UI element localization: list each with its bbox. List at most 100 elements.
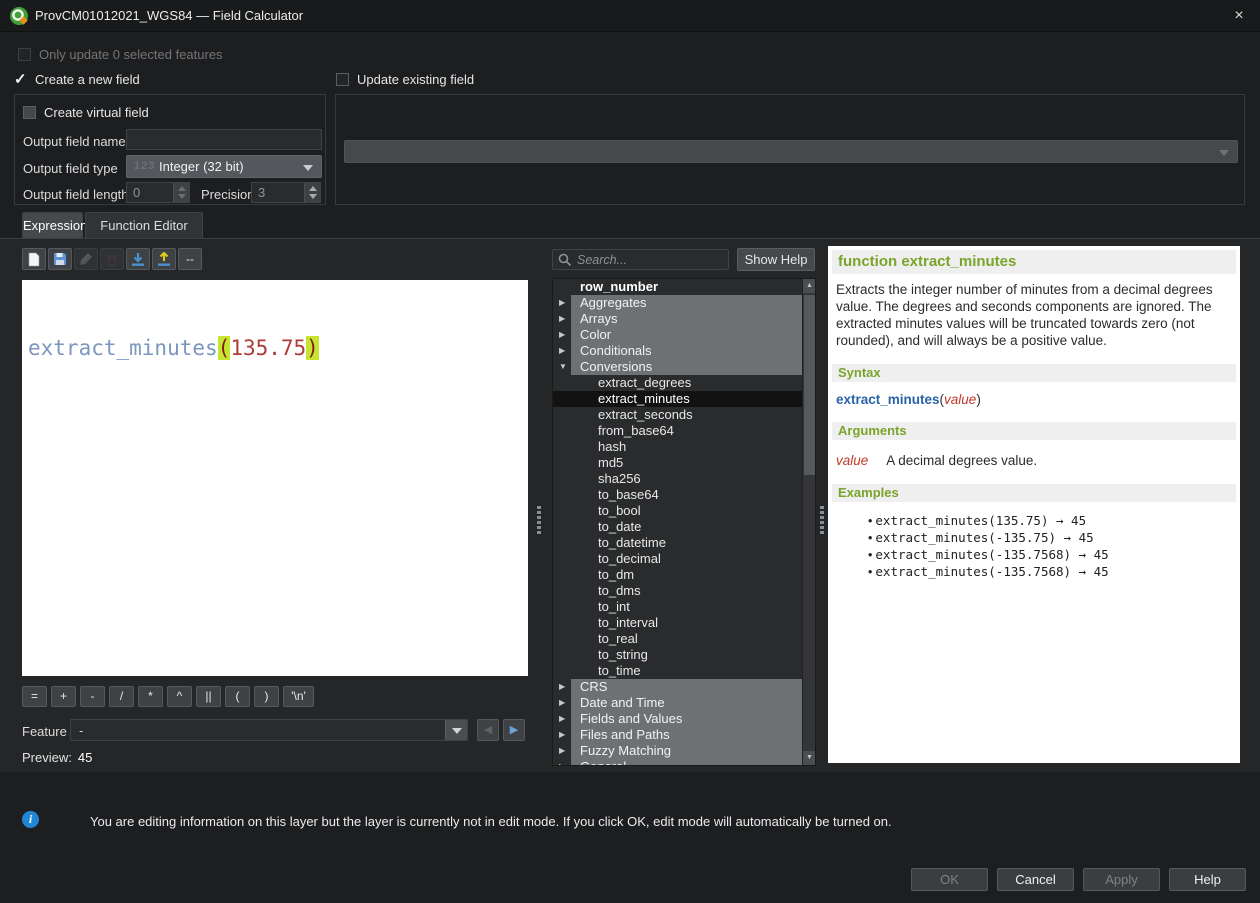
scroll-down-icon[interactable]: ▼: [803, 751, 816, 765]
function-item-extract-minutes[interactable]: extract_minutes: [553, 391, 815, 407]
operator-button-3[interactable]: /: [109, 686, 134, 707]
function-group-conditionals[interactable]: ▶Conditionals: [553, 343, 815, 359]
output-field-type-select[interactable]: 123 Integer (32 bit): [126, 155, 322, 178]
function-search-box[interactable]: [552, 249, 729, 270]
chevron-down-icon[interactable]: [445, 720, 467, 740]
arguments-heading: Arguments: [832, 422, 1236, 440]
cancel-button[interactable]: Cancel: [997, 868, 1074, 891]
output-field-type-label: Output field type: [23, 161, 118, 176]
function-group-fuzzy-matching[interactable]: ▶Fuzzy Matching: [553, 743, 815, 759]
precision-stepper[interactable]: 3: [251, 182, 321, 203]
previous-feature-button[interactable]: ◀: [477, 719, 499, 741]
function-item-to-int[interactable]: to_int: [553, 599, 815, 615]
window-title: ProvCM01012021_WGS84 — Field Calculator: [35, 8, 303, 23]
expand-arrow-icon[interactable]: ▶: [559, 679, 565, 695]
function-group-files-and-paths[interactable]: ▶Files and Paths: [553, 727, 815, 743]
function-group-crs[interactable]: ▶CRS: [553, 679, 815, 695]
splitter-handle[interactable]: [818, 506, 826, 534]
apply-button[interactable]: Apply: [1083, 868, 1160, 891]
new-expression-button[interactable]: [22, 248, 46, 270]
expand-arrow-icon[interactable]: ▶: [559, 759, 565, 766]
ok-button[interactable]: OK: [911, 868, 988, 891]
function-tree-label: Conversions: [580, 359, 652, 375]
operator-button-2[interactable]: -: [80, 686, 105, 707]
function-item-to-date[interactable]: to_date: [553, 519, 815, 535]
existing-field-select[interactable]: [344, 140, 1238, 163]
function-item-hash[interactable]: hash: [553, 439, 815, 455]
show-help-button[interactable]: Show Help: [737, 248, 815, 271]
tab-expression[interactable]: Expression: [22, 212, 83, 238]
expand-arrow-icon[interactable]: ▶: [559, 311, 565, 327]
function-group-fields-and-values[interactable]: ▶Fields and Values: [553, 711, 815, 727]
function-group-color[interactable]: ▶Color: [553, 327, 815, 343]
function-group-conversions[interactable]: ▼ Conversions: [553, 359, 815, 375]
function-item-to-datetime[interactable]: to_datetime: [553, 535, 815, 551]
arrow-down-import-icon: [131, 252, 145, 267]
argument-description: A decimal degrees value.: [886, 453, 1037, 468]
syntax-argument: value: [944, 392, 976, 407]
expand-arrow-icon[interactable]: ▶: [559, 327, 565, 343]
output-field-name-input[interactable]: [126, 129, 322, 150]
spinner-buttons[interactable]: [173, 183, 189, 202]
feature-select[interactable]: -: [70, 719, 468, 741]
function-item-to-time[interactable]: to_time: [553, 663, 815, 679]
help-button[interactable]: Help: [1169, 868, 1246, 891]
collapse-arrow-icon[interactable]: ▼: [559, 359, 567, 375]
create-virtual-field-checkbox[interactable]: Create virtual field: [23, 105, 149, 120]
function-item-sha256[interactable]: sha256: [553, 471, 815, 487]
function-tree-label: to_date: [598, 519, 641, 535]
spin-down-icon: [178, 194, 186, 199]
create-new-field-checkbox[interactable]: Create a new field: [14, 72, 140, 87]
expand-arrow-icon[interactable]: ▶: [559, 295, 565, 311]
tab-function-editor[interactable]: Function Editor: [85, 212, 203, 238]
expand-arrow-icon[interactable]: ▶: [559, 711, 565, 727]
close-icon[interactable]: ×: [1226, 4, 1252, 28]
function-tree-scrollbar[interactable]: ▲ ▼: [802, 279, 815, 765]
operator-button-4[interactable]: *: [138, 686, 163, 707]
save-expression-button[interactable]: [48, 248, 72, 270]
operator-button-6[interactable]: ||: [196, 686, 221, 707]
function-group-arrays[interactable]: ▶Arrays: [553, 311, 815, 327]
expand-arrow-icon[interactable]: ▶: [559, 743, 565, 759]
function-group-aggregates[interactable]: ▶Aggregates: [553, 295, 815, 311]
splitter-handle[interactable]: [535, 506, 543, 534]
operator-button-1[interactable]: +: [51, 686, 76, 707]
spinner-buttons[interactable]: [304, 183, 320, 202]
operator-button-5[interactable]: ^: [167, 686, 192, 707]
operator-button-7[interactable]: (: [225, 686, 250, 707]
function-item-to-dms[interactable]: to_dms: [553, 583, 815, 599]
operator-button-9[interactable]: '\n': [283, 686, 314, 707]
function-item-extract-seconds[interactable]: extract_seconds: [553, 407, 815, 423]
output-field-length-stepper[interactable]: 0: [126, 182, 190, 203]
function-item-row-number[interactable]: row_number: [553, 279, 815, 295]
next-feature-button[interactable]: ▶: [503, 719, 525, 741]
function-item-to-base64[interactable]: to_base64: [553, 487, 815, 503]
expand-arrow-icon[interactable]: ▶: [559, 727, 565, 743]
function-group-date-and-time[interactable]: ▶Date and Time: [553, 695, 815, 711]
operator-button-8[interactable]: ): [254, 686, 279, 707]
function-item-to-string[interactable]: to_string: [553, 647, 815, 663]
function-group-general[interactable]: ▶General: [553, 759, 815, 766]
function-item-from-base64[interactable]: from_base64: [553, 423, 815, 439]
function-item-to-interval[interactable]: to_interval: [553, 615, 815, 631]
expand-arrow-icon[interactable]: ▶: [559, 343, 565, 359]
export-expression-button[interactable]: [152, 248, 176, 270]
import-expression-button[interactable]: [126, 248, 150, 270]
function-item-md5[interactable]: md5: [553, 455, 815, 471]
separator-button[interactable]: --: [178, 248, 202, 270]
function-item-to-dm[interactable]: to_dm: [553, 567, 815, 583]
scroll-up-icon[interactable]: ▲: [803, 279, 816, 293]
scrollbar-thumb[interactable]: [804, 295, 815, 475]
delete-expression-button[interactable]: [100, 248, 124, 270]
only-update-selected-checkbox[interactable]: Only update 0 selected features: [18, 47, 223, 62]
search-input[interactable]: [577, 251, 725, 268]
function-item-extract-degrees[interactable]: extract_degrees: [553, 375, 815, 391]
function-item-to-decimal[interactable]: to_decimal: [553, 551, 815, 567]
operator-button-0[interactable]: =: [22, 686, 47, 707]
expand-arrow-icon[interactable]: ▶: [559, 695, 565, 711]
function-item-to-bool[interactable]: to_bool: [553, 503, 815, 519]
function-item-to-real[interactable]: to_real: [553, 631, 815, 647]
edit-expression-button[interactable]: [74, 248, 98, 270]
update-existing-field-checkbox[interactable]: Update existing field: [336, 72, 474, 87]
expression-editor[interactable]: extract_minutes(135.75): [22, 280, 528, 676]
